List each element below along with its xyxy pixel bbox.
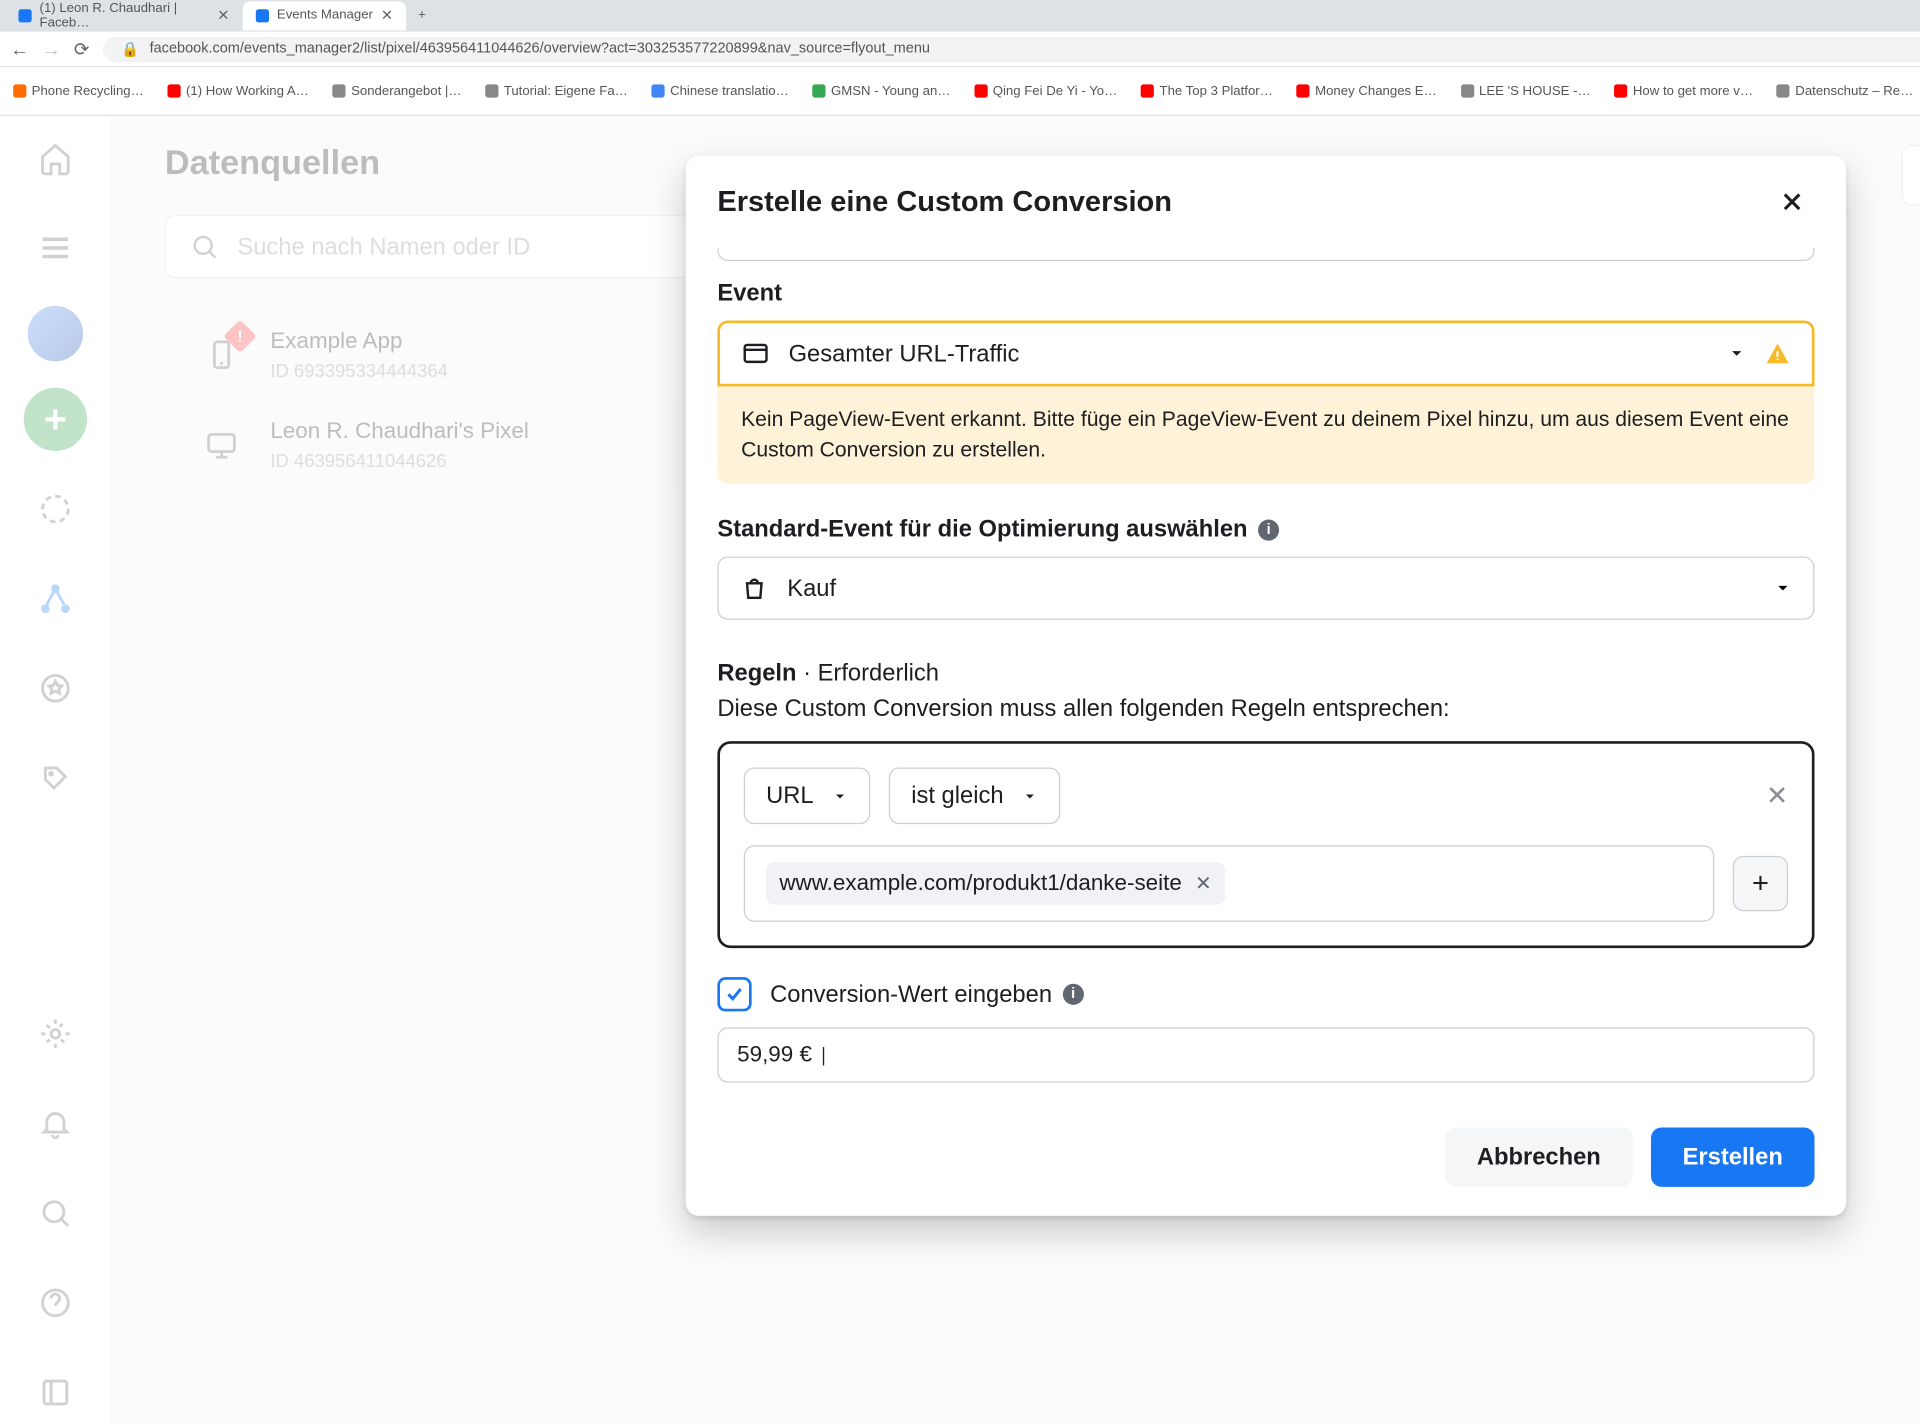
warning-banner: Kein PageView-Event erkannt. Bitte füge …: [717, 386, 1814, 484]
bookmark[interactable]: GMSN - Young an…: [813, 84, 951, 99]
bookmarks-bar: Phone Recycling… (1) How Working A… Sond…: [0, 68, 1920, 115]
close-icon[interactable]: ✕: [217, 7, 229, 24]
reload-button[interactable]: ⟳: [74, 38, 89, 60]
browser-tab[interactable]: (1) Leon R. Chaudhari | Faceb… ✕: [5, 1, 242, 30]
collapse-nav[interactable]: [24, 1361, 87, 1424]
lock-icon: 🔒: [121, 40, 139, 57]
bookmark[interactable]: Sonderangebot |…: [333, 84, 462, 99]
scroll-hint: [717, 248, 1814, 261]
custom-conversion-modal: Erstelle eine Custom Conversion Event Ge…: [686, 156, 1846, 1217]
back-button[interactable]: ←: [11, 38, 29, 59]
browser-icon: [741, 339, 770, 368]
standard-event-label: Standard-Event für die Optimierung auswä…: [717, 516, 1814, 544]
bookmark[interactable]: How to get more v…: [1614, 84, 1753, 99]
caret-down-icon: [1774, 579, 1792, 597]
conversion-value-label: Conversion-Wert eingeben i: [770, 981, 1084, 1009]
tab-label: (1) Leon R. Chaudhari | Faceb…: [40, 1, 210, 30]
check-icon: [724, 984, 745, 1005]
modal-title: Erstelle eine Custom Conversion: [717, 185, 1172, 219]
rule-value-input[interactable]: www.example.com/produkt1/danke-seite ✕: [744, 846, 1715, 922]
info-icon[interactable]: i: [1258, 519, 1279, 540]
bookmark[interactable]: Phone Recycling…: [13, 84, 144, 99]
facebook-icon: [256, 9, 269, 22]
event-value: Gesamter URL-Traffic: [789, 340, 1709, 368]
event-select[interactable]: Gesamter URL-Traffic: [717, 320, 1814, 386]
rule-field-select[interactable]: URL: [744, 768, 871, 825]
forward-button[interactable]: →: [42, 38, 60, 59]
close-icon: [1778, 187, 1807, 216]
add-rule-button[interactable]: +: [1733, 856, 1788, 911]
conversion-value-input[interactable]: 59,99 €: [717, 1028, 1814, 1083]
caret-down-icon: [832, 788, 848, 804]
search-nav[interactable]: [24, 1182, 87, 1245]
url-text: facebook.com/events_manager2/list/pixel/…: [150, 41, 930, 57]
tab-bar: (1) Leon R. Chaudhari | Faceb… ✕ Events …: [0, 0, 1920, 31]
remove-rule-button[interactable]: ✕: [1766, 780, 1788, 813]
new-tab-button[interactable]: +: [411, 5, 432, 26]
tab-label: Events Manager: [277, 8, 373, 23]
info-icon[interactable]: i: [1063, 984, 1084, 1005]
conversion-value-checkbox[interactable]: [717, 978, 751, 1012]
rules-subtitle: Diese Custom Conversion muss allen folge…: [717, 695, 1814, 723]
standard-value: Kauf: [787, 575, 1755, 603]
text-cursor: [823, 1047, 824, 1065]
bookmark[interactable]: Chinese translatio…: [652, 84, 789, 99]
close-button[interactable]: [1770, 179, 1815, 224]
url-input[interactable]: 🔒 facebook.com/events_manager2/list/pixe…: [103, 36, 1920, 61]
event-label: Event: [717, 280, 1814, 308]
browser-tab-active[interactable]: Events Manager ✕: [243, 1, 407, 30]
rule-box: URL ist gleich ✕ www.example.com/produkt…: [717, 742, 1814, 949]
facebook-icon: [18, 9, 31, 22]
standard-event-select[interactable]: Kauf: [717, 557, 1814, 620]
address-bar: ← → ⟳ 🔒 facebook.com/events_manager2/lis…: [0, 31, 1920, 68]
rule-chip: www.example.com/produkt1/danke-seite ✕: [766, 863, 1225, 905]
warning-icon: [1764, 340, 1790, 366]
bookmark[interactable]: The Top 3 Platfor…: [1141, 84, 1273, 99]
bookmark[interactable]: Money Changes E…: [1297, 84, 1437, 99]
close-icon[interactable]: ✕: [381, 7, 393, 24]
help-nav[interactable]: [24, 1271, 87, 1334]
bag-icon: [740, 574, 769, 603]
caret-down-icon: [1727, 344, 1745, 362]
bookmark[interactable]: LEE 'S HOUSE -…: [1461, 84, 1591, 99]
bookmark[interactable]: Tutorial: Eigene Fa…: [485, 84, 628, 99]
bookmark[interactable]: Qing Fei De Yi - Yo…: [974, 84, 1117, 99]
rule-operator-select[interactable]: ist gleich: [889, 768, 1060, 825]
bell-nav[interactable]: [24, 1092, 87, 1155]
caret-down-icon: [1022, 788, 1038, 804]
rules-heading: Regeln · Erforderlich: [717, 660, 1814, 688]
browser-chrome: (1) Leon R. Chaudhari | Faceb… ✕ Events …: [0, 0, 1920, 116]
chip-remove-button[interactable]: ✕: [1195, 872, 1212, 896]
bookmark[interactable]: Datenschutz – Re…: [1777, 84, 1913, 99]
bookmark[interactable]: (1) How Working A…: [168, 84, 309, 99]
